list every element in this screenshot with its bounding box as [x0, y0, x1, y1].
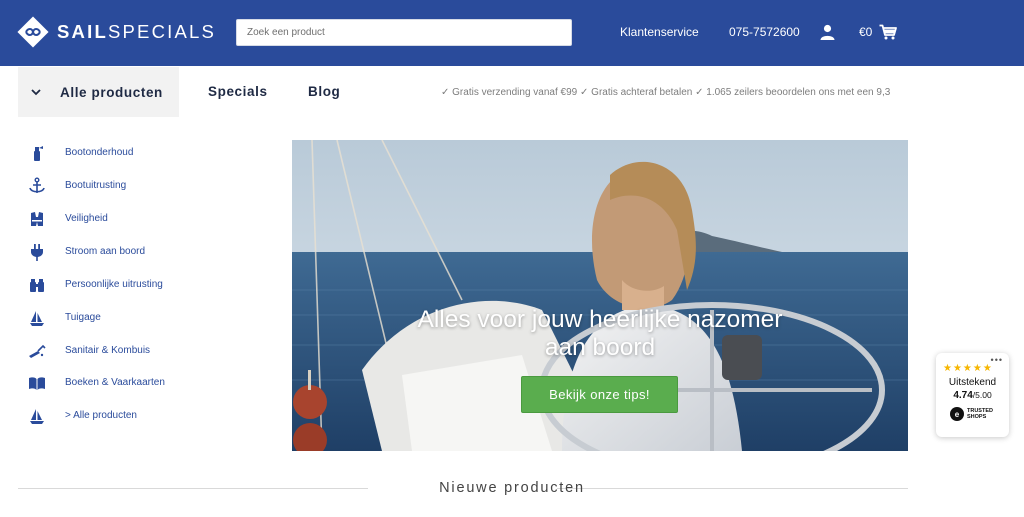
sidebar-item-label: Persoonlijke uitrusting	[65, 279, 163, 290]
hero-cta-button[interactable]: Bekijk onze tips!	[521, 376, 678, 413]
all-products-menu-button[interactable]: Alle producten	[18, 67, 179, 117]
header-bar: SAILSPECIALS Klantenservice 075-7572600 …	[0, 0, 1024, 66]
search-bar	[236, 19, 572, 46]
plug-icon	[28, 243, 46, 261]
trusted-shops-seal-icon: e	[950, 407, 964, 421]
sidebar-item-label: Bootonderhoud	[65, 147, 134, 158]
sidebar-item-label: Veiligheid	[65, 213, 108, 224]
rating-stars: ★★★★★	[943, 363, 993, 374]
sidebar-item-label: Bootuitrusting	[65, 180, 127, 191]
sidebar-item-bootuitrusting[interactable]: Bootuitrusting	[28, 177, 126, 195]
book-icon	[28, 374, 46, 392]
customer-service-link[interactable]: Klantenservice	[620, 25, 699, 39]
sidebar-item-veiligheid[interactable]: Veiligheid	[28, 210, 108, 228]
sidebar-item-label: Sanitair & Kombuis	[65, 345, 151, 356]
binoculars-icon	[28, 276, 46, 294]
nav-blog[interactable]: Blog	[308, 84, 340, 99]
trusted-shops-logo: e TRUSTED SHOPS	[950, 407, 993, 421]
spray-bottle-icon	[28, 144, 46, 162]
sidebar-item-label: Tuigage	[65, 312, 101, 323]
cart-amount[interactable]: €0	[859, 25, 872, 39]
hero-title: Alles voor jouw heerlijke nazomer aan bo…	[417, 306, 783, 361]
trusted-shops-badge[interactable]: ••• ★★★★★ Uitstekend 4.74/5.00 e TRUSTED…	[936, 353, 1009, 437]
faucet-icon	[28, 342, 46, 360]
all-products-label: Alle producten	[60, 84, 163, 100]
search-input[interactable]	[237, 20, 571, 45]
sidebar-item-boeken-vaarkaarten[interactable]: Boeken & Vaarkaarten	[28, 374, 165, 392]
sidebar-item-label: Stroom aan boord	[65, 246, 146, 257]
sidebar-item-label: Boeken & Vaarkaarten	[65, 377, 165, 388]
sidebar-item-bootonderhoud[interactable]: Bootonderhoud	[28, 144, 133, 162]
sidebar-item-tuigage[interactable]: Tuigage	[28, 309, 101, 327]
section-title: Nieuwe producten	[439, 480, 585, 496]
sailspecials-logo-icon	[17, 16, 49, 48]
rating-word: Uitstekend	[948, 377, 997, 388]
anchor-icon	[28, 177, 46, 195]
chevron-down-icon	[31, 89, 41, 96]
sidebar-item-label: > Alle producten	[65, 410, 137, 421]
logo-wordmark: SAILSPECIALS	[57, 21, 217, 42]
site-logo[interactable]: SAILSPECIALS	[17, 16, 216, 48]
phone-number-link[interactable]: 075-7572600	[729, 25, 800, 39]
sidebar-item-alle-producten[interactable]: > Alle producten	[28, 407, 137, 425]
usp-bar: ✓ Gratis verzending vanaf €99 ✓ Gratis a…	[441, 87, 891, 98]
sidebar-item-persoonlijke-uitrusting[interactable]: Persoonlijke uitrusting	[28, 276, 163, 294]
sailboat-icon	[28, 407, 46, 425]
sidebar-item-sanitair-kombuis[interactable]: Sanitair & Kombuis	[28, 342, 150, 360]
user-icon[interactable]	[820, 24, 835, 40]
hero-banner[interactable]: Alles voor jouw heerlijke nazomer aan bo…	[292, 140, 908, 451]
sidebar-item-stroom-aan-boord[interactable]: Stroom aan boord	[28, 243, 145, 261]
rating-score: 4.74/5.00	[953, 390, 992, 401]
nav-specials[interactable]: Specials	[208, 84, 268, 99]
life-vest-icon	[28, 210, 46, 228]
sailboat-icon	[28, 309, 46, 327]
cart-icon[interactable]	[879, 24, 897, 40]
